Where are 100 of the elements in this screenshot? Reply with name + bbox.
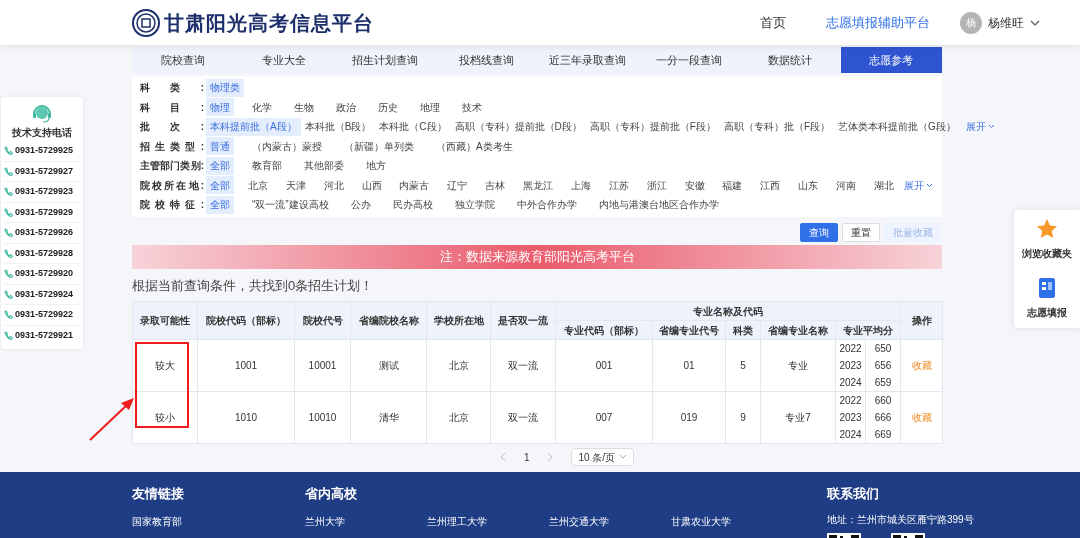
column-header: 省编专业代号 [652, 320, 726, 340]
filter-option[interactable]: 物理类 [206, 78, 244, 97]
filter-option[interactable]: 独立学院 [450, 195, 499, 214]
score-cell-text: 659 [873, 376, 893, 390]
page-number[interactable]: 1 [523, 449, 530, 465]
nav-tab[interactable]: 近三年录取查询 [537, 47, 639, 73]
nav-link[interactable]: 志愿填报辅助平台 [826, 12, 930, 33]
next-page-icon[interactable] [547, 452, 554, 462]
filter-option[interactable]: 普通 [206, 137, 234, 156]
side-shortcut[interactable]: 志愿填报 [1014, 277, 1080, 320]
table-cell: 北京 [426, 339, 491, 392]
filter-option[interactable]: 山东 [794, 176, 823, 195]
filter-option[interactable]: “双一流”建设高校 [248, 195, 333, 214]
expand-link[interactable]: 展开 [965, 119, 996, 135]
filter-option[interactable]: 福建 [718, 176, 747, 195]
filter-option[interactable]: 吉林 [481, 176, 510, 195]
filter-option[interactable]: 历史 [374, 98, 402, 117]
filter-option[interactable]: 河北 [319, 176, 348, 195]
side-shortcut[interactable]: 浏览收藏夹 [1014, 218, 1080, 261]
nav-tab[interactable]: 数据统计 [739, 47, 841, 73]
year-cell-text: 2023 [838, 359, 863, 373]
nav-tab[interactable]: 招生计划查询 [334, 47, 436, 73]
table-cell: 9 [725, 391, 761, 444]
footer-link[interactable]: 兰州大学 [305, 513, 427, 529]
previous-page-icon[interactable] [499, 452, 506, 462]
filter-option[interactable]: 内地与港澳台地区合作办学 [594, 195, 723, 214]
filter-option[interactable]: 公办 [346, 195, 375, 214]
filter-option[interactable]: 高职（专科）提前批（D段） [450, 117, 586, 136]
filter-label: 科目: [140, 100, 205, 115]
filter-option[interactable]: 政治 [332, 98, 360, 117]
nav-tab[interactable]: 一分一段查询 [638, 47, 740, 73]
chevron-down-icon[interactable] [1030, 18, 1040, 27]
chevron-down-icon [987, 124, 995, 130]
column-header: 是否双一流 [490, 301, 556, 340]
table-cell: 专业 [760, 339, 836, 392]
filter-option[interactable]: 北京 [243, 176, 272, 195]
filter-option[interactable]: （新疆）单列类 [340, 137, 418, 156]
filter-option[interactable]: 本科提前批（A段） [206, 117, 301, 136]
action-button[interactable]: 重置 [842, 222, 880, 242]
filter-option[interactable]: 艺体类本科提前批（G段） [834, 117, 960, 136]
filter-option[interactable]: 山西 [357, 176, 386, 195]
footer-link[interactable]: 兰州理工大学 [427, 513, 549, 529]
phone-number: 0931-5729926 [15, 226, 74, 239]
footer-address: 地址：兰州市城关区雁宁路399号 [827, 512, 974, 527]
filter-option[interactable]: 全部 [206, 156, 234, 175]
filter-option[interactable]: 黑龙江 [519, 176, 557, 195]
footer-heading: 省内高校 [305, 485, 358, 503]
filter-option[interactable]: 江苏 [604, 176, 633, 195]
year-cell-text: 2023 [838, 411, 863, 425]
table-cell: 双一流 [490, 339, 556, 392]
filter-option[interactable]: 民办高校 [388, 195, 437, 214]
filter-option[interactable]: 全部 [206, 195, 234, 214]
filter-option[interactable]: 高职（专科）批（F段） [719, 117, 835, 136]
action-button[interactable]: 查询 [800, 222, 838, 242]
filter-option[interactable]: 地方 [362, 156, 390, 175]
table-cell: 10001 [294, 339, 351, 392]
filter-option[interactable]: 天津 [281, 176, 310, 195]
user-name[interactable]: 杨维旺 [988, 13, 1024, 32]
filter-option[interactable]: 辽宁 [443, 176, 472, 195]
nav-tab[interactable]: 专业大全 [233, 47, 335, 73]
expand-link[interactable]: 展开 [904, 177, 934, 193]
filter-option[interactable]: 教育部 [248, 156, 286, 175]
nav-tab[interactable]: 投档线查询 [435, 47, 537, 73]
chevron-down-icon [926, 182, 933, 188]
footer-link[interactable]: 甘肃农业大学 [671, 513, 793, 529]
filter-option[interactable]: 地理 [416, 98, 444, 117]
filter-option[interactable]: 化学 [248, 98, 276, 117]
filter-option[interactable]: （西藏）A类考生 [432, 137, 517, 156]
filter-option[interactable]: 河南 [832, 176, 860, 195]
filter-option[interactable]: 本科批（B段） [300, 117, 376, 136]
filter-option[interactable]: 江西 [756, 176, 785, 195]
filter-option[interactable]: 技术 [458, 98, 486, 117]
year-cell-text: 2024 [838, 376, 863, 390]
filter-option[interactable]: （内蒙古）蒙授 [248, 137, 326, 156]
nav-link[interactable]: 首页 [760, 12, 786, 33]
column-header: 操作 [900, 301, 943, 340]
filter-option[interactable]: 全部 [206, 176, 234, 195]
footer-link[interactable]: 国家教育部 [132, 513, 254, 529]
table-cell: 01 [652, 339, 726, 392]
page-size-select[interactable]: 10 条/页 [571, 448, 635, 466]
nav-tab[interactable]: 志愿参考 [840, 47, 942, 73]
filter-option[interactable]: 中外合作办学 [512, 195, 581, 214]
phone-number: 0931-5729927 [15, 164, 74, 178]
footer-link[interactable]: 兰州交通大学 [549, 513, 671, 529]
filter-option[interactable]: 安徽 [680, 176, 709, 195]
filter-option[interactable]: 生物 [290, 98, 318, 117]
filter-option[interactable]: 其他部委 [300, 156, 348, 175]
filter-option[interactable]: 湖北 [869, 176, 898, 195]
filter-option[interactable]: 内蒙古 [395, 176, 434, 195]
filter-option[interactable]: 物理 [206, 98, 234, 117]
result-summary: 根据当前查询条件，共找到0条招生计划！ [132, 276, 375, 295]
filter-option[interactable]: 上海 [566, 176, 595, 195]
filter-option[interactable]: 浙江 [642, 176, 671, 195]
annotation-arrow [88, 396, 136, 442]
phone-icon [4, 145, 13, 155]
phone-number: 0931-5729925 [15, 143, 74, 157]
filter-option[interactable]: 本科批（C段） [375, 117, 451, 136]
score-cell-text: 656 [873, 359, 893, 373]
nav-tab[interactable]: 院校查询 [132, 47, 234, 73]
filter-option[interactable]: 高职（专科）提前批（F段） [585, 117, 720, 136]
